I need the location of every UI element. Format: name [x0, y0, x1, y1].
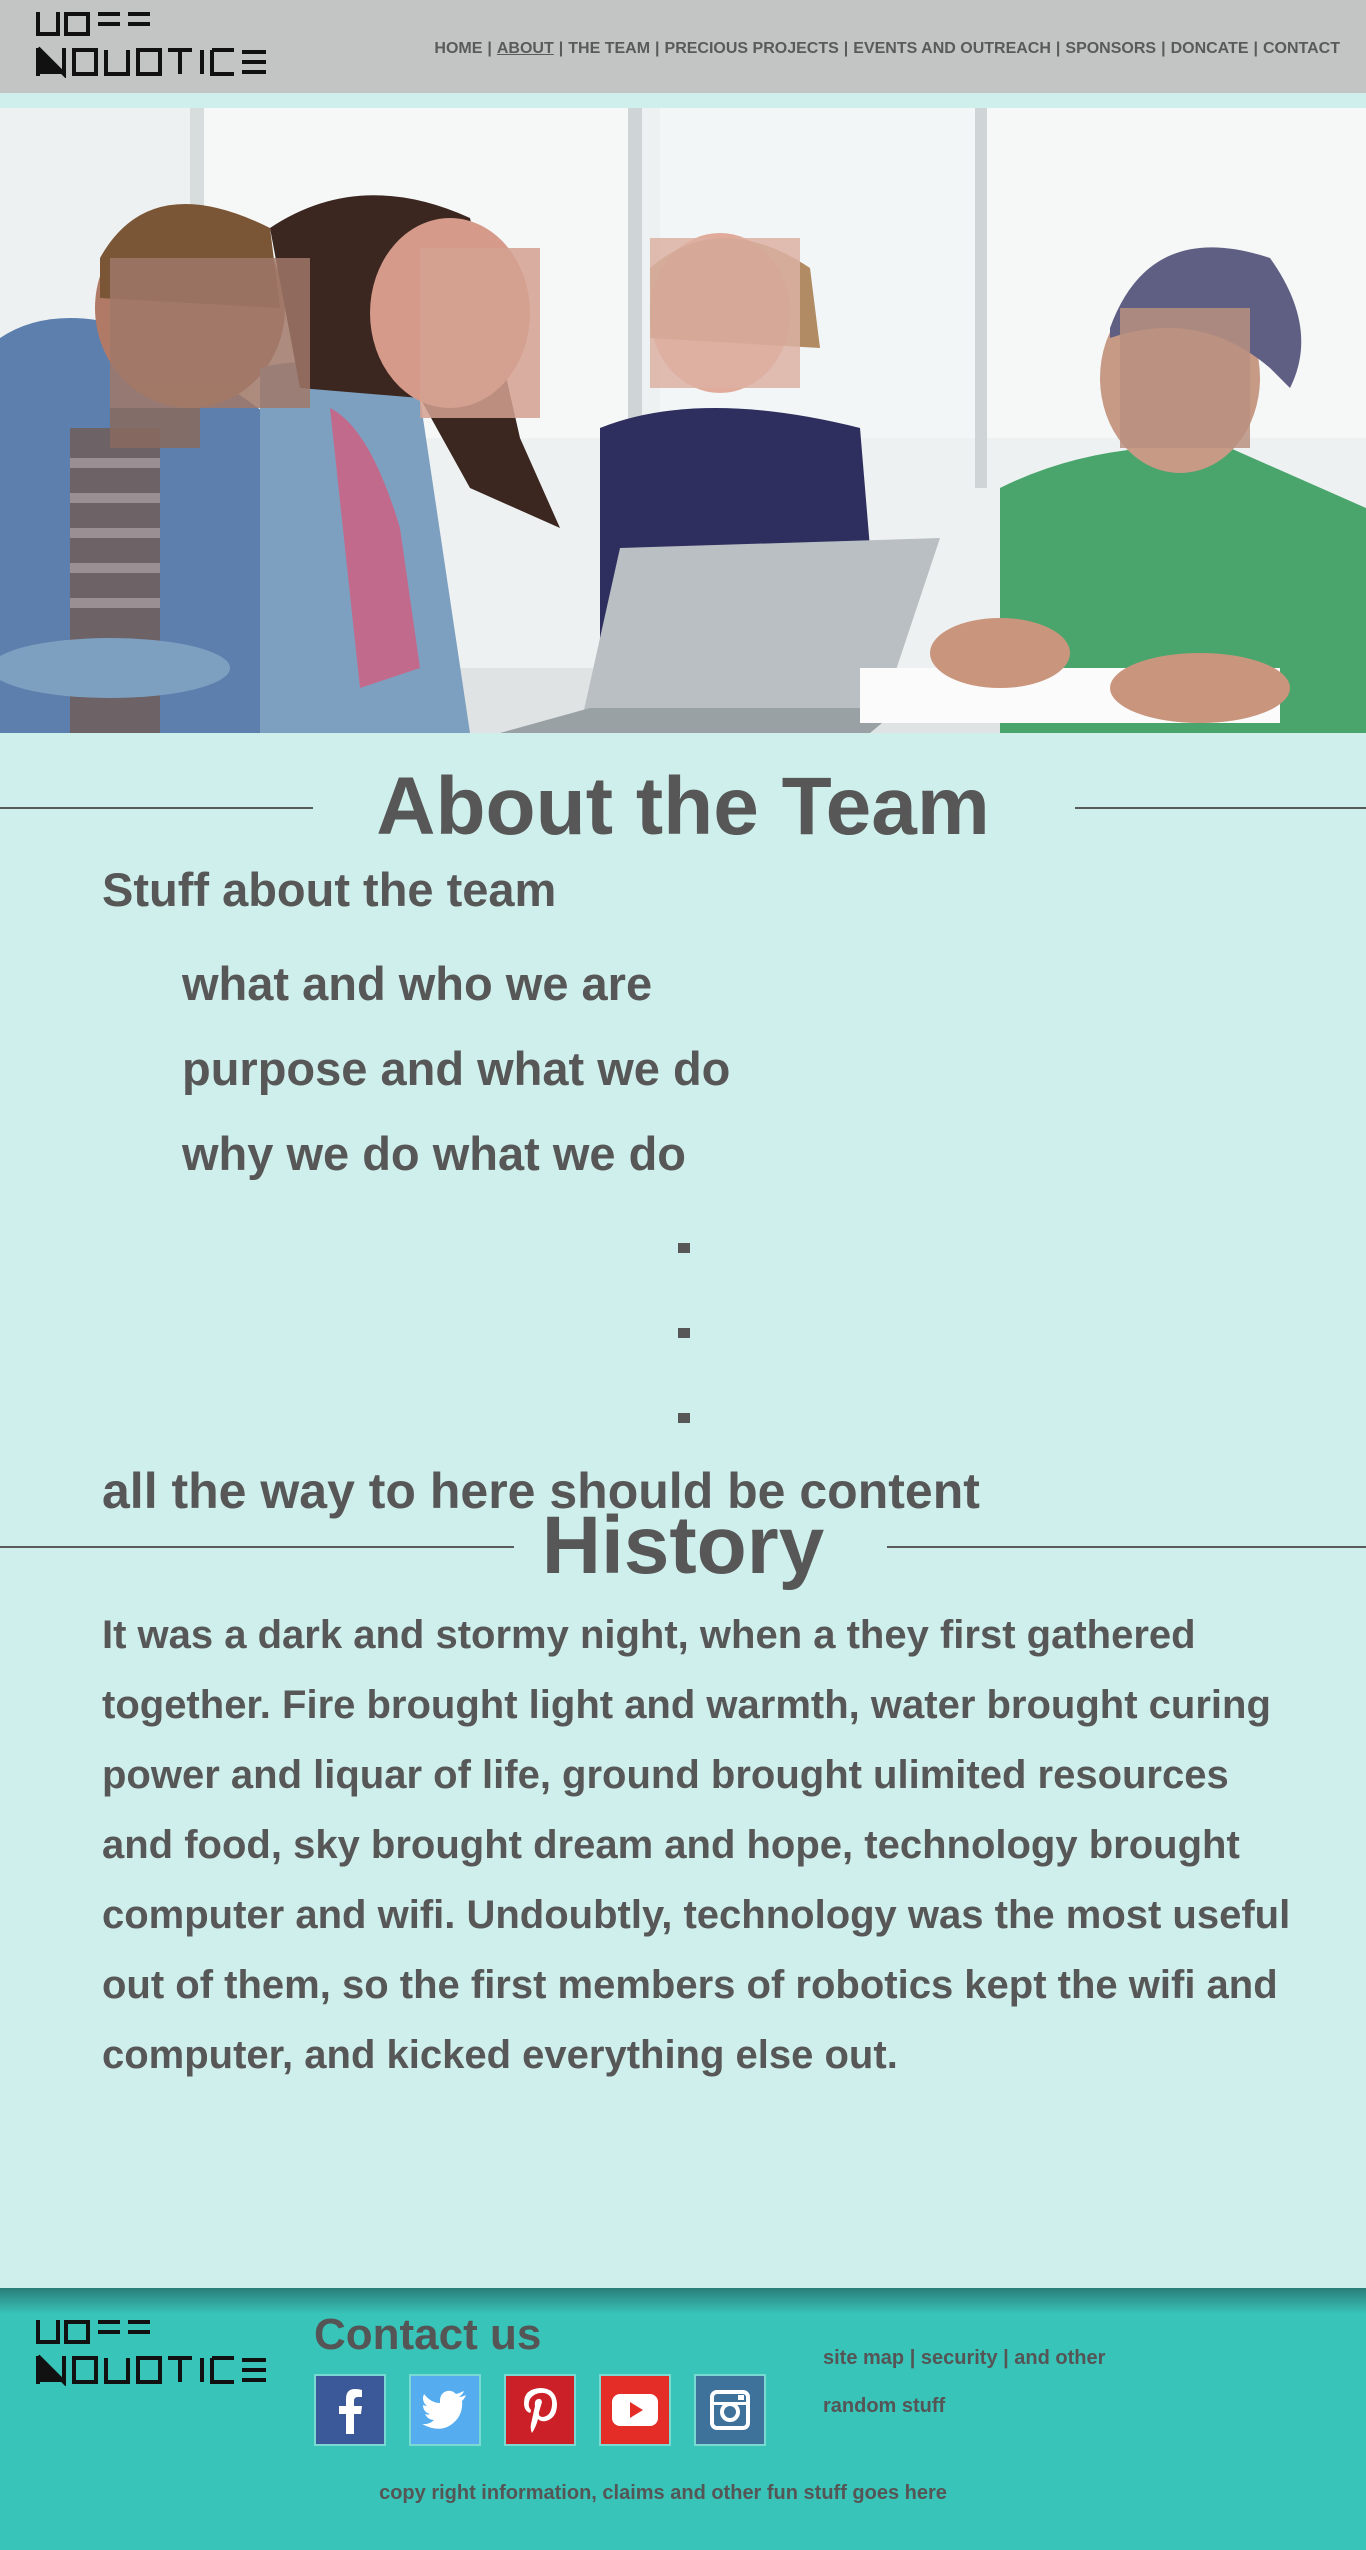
pinterest-button[interactable]	[504, 2374, 576, 2446]
footer-links-line[interactable]: site map | security | and other	[823, 2334, 1183, 2382]
about-points-list: what and who we are purpose and what we …	[182, 950, 730, 1205]
history-paragraph: It was a dark and stormy night, when a t…	[102, 1613, 1291, 2077]
facebook-icon	[339, 2389, 362, 2434]
nav-separator: |	[1253, 40, 1258, 57]
nav-contact[interactable]: CONTACT	[1263, 40, 1340, 57]
heading-rule-right	[1075, 807, 1366, 809]
nav-the-team[interactable]: THE TEAM	[568, 40, 650, 57]
ellipsis-dot	[678, 1413, 690, 1423]
copyright-text: copy right information, claims and other…	[379, 2482, 947, 2504]
footer-links: site map | security | and other random s…	[823, 2334, 1183, 2430]
nav-separator: |	[487, 40, 492, 57]
twitter-button[interactable]	[409, 2374, 481, 2446]
about-point: purpose and what we do	[182, 1042, 731, 1095]
header-divider	[0, 93, 1366, 108]
main-nav: HOME | ABOUT | THE TEAM | PRECIOUS PROJECTS | EV…	[434, 40, 1340, 58]
about-point: why we do what we do	[182, 1127, 686, 1180]
instagram-icon	[710, 2390, 750, 2430]
nav-donate[interactable]: DONCATE	[1171, 40, 1249, 57]
instagram-button[interactable]	[694, 2374, 766, 2446]
about-section-heading: About the Team	[0, 762, 1366, 852]
nav-separator: |	[843, 40, 849, 57]
history-section-heading: History	[0, 1503, 1366, 1589]
footer-logo[interactable]	[36, 2318, 268, 2386]
nav-sponsors[interactable]: SPONSORS	[1065, 40, 1156, 57]
footer-links-line[interactable]: random stuff	[823, 2382, 1183, 2430]
heading-rule-right	[887, 1546, 1366, 1548]
nav-events-outreach[interactable]: EVENTS AND OUTREACH	[853, 40, 1051, 57]
site-header: HOME | ABOUT | THE TEAM | PRECIOUS PROJECTS | EV…	[0, 0, 1366, 93]
contact-title: Contact us	[314, 2310, 542, 2359]
site-logo[interactable]	[36, 10, 268, 78]
nav-separator: |	[655, 40, 660, 57]
youtube-icon	[612, 2394, 658, 2426]
nav-precious-projects[interactable]: PRECIOUS PROJECTS	[665, 40, 839, 57]
nav-about[interactable]: ABOUT	[497, 40, 554, 57]
facebook-button[interactable]	[314, 2374, 386, 2446]
nav-separator: |	[558, 40, 564, 57]
nav-separator: |	[1055, 40, 1061, 57]
social-links	[314, 2374, 766, 2446]
about-subtitle: Stuff about the team	[102, 863, 557, 916]
ellipsis-dot	[678, 1243, 690, 1253]
ellipsis-dot	[678, 1328, 690, 1338]
site-footer: Contact us site map | security | and oth…	[0, 2288, 1366, 2550]
nav-separator: |	[1161, 40, 1166, 57]
twitter-icon	[422, 2390, 466, 2429]
pinterest-icon	[524, 2388, 557, 2433]
youtube-button[interactable]	[599, 2374, 671, 2446]
about-point: what and who we are	[182, 957, 653, 1010]
nav-home[interactable]: HOME	[434, 40, 482, 57]
hero-image	[0, 108, 1366, 733]
